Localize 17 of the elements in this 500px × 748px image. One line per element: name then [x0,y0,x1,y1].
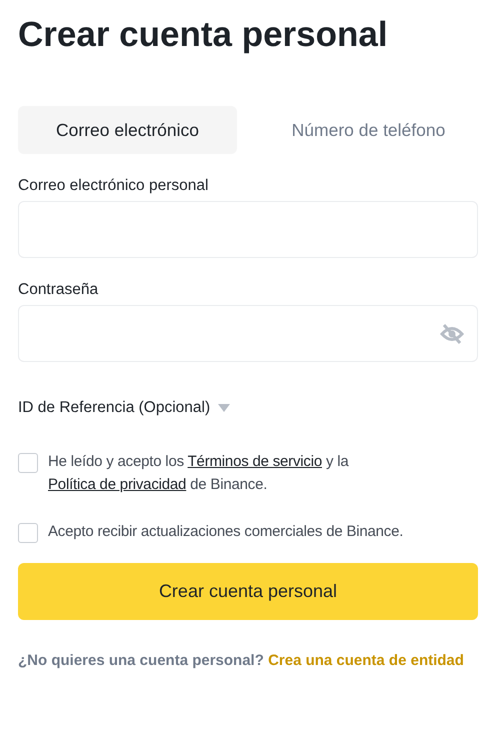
password-field[interactable] [18,305,478,362]
field-label: Correo electrónico personal [18,176,210,196]
terms-link[interactable]: Términos de servicio [188,452,322,470]
field-label: Contraseña [18,280,100,300]
hidden-eye-icon[interactable] [439,322,465,345]
footer-text: ¿No quieres una cuenta personal? Crea una cuenta de entidad [18,651,465,672]
checkbox[interactable] [18,523,38,544]
checkbox[interactable] [18,452,38,473]
page-title: Crear cuenta personal [18,14,389,56]
terms-link[interactable]: Política de privacidad [48,476,186,493]
referral-toggle[interactable]: ID de Referencia (Opcional) [18,396,210,420]
caret-icon[interactable] [218,404,230,412]
tab[interactable]: Número de teléfono [259,106,478,154]
agreement-text: He leído y acepto los Términos de servicio y la Política de privacidad de Binance. [48,452,350,495]
agreement-text: Acepto recibir actualizaciones comerciales de Binance. [48,522,404,542]
submit-button[interactable]: Crear cuenta personal [18,563,478,620]
tab[interactable]: Correo electrónico [18,106,237,154]
